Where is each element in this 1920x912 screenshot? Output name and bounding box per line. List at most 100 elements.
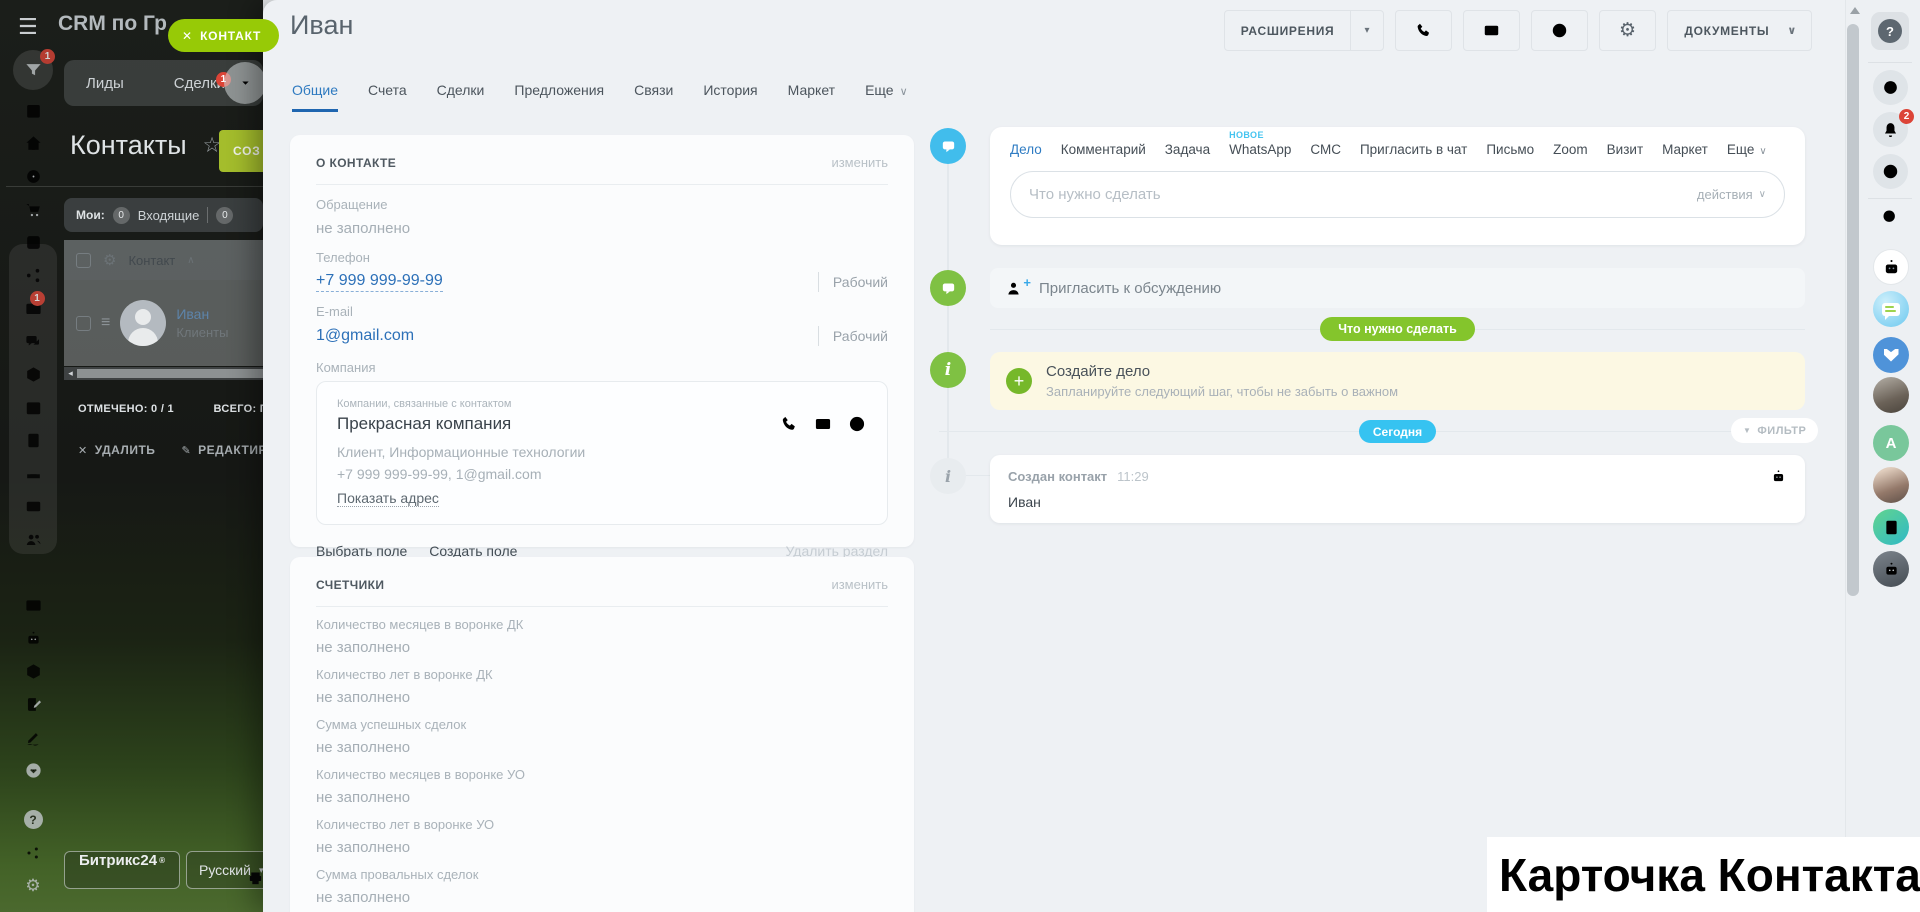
tl-tab-activity[interactable]: Дело	[1010, 142, 1042, 157]
language-selector-button[interactable]: Русский▾	[186, 851, 263, 889]
email-link[interactable]: 1@gmail.com	[316, 327, 414, 345]
tab-links[interactable]: Связи	[634, 82, 673, 112]
crm-card-icon[interactable]: 1	[24, 292, 43, 325]
hexagon-icon[interactable]	[24, 358, 43, 391]
edit-selected-button[interactable]: ✎РЕДАКТИРО	[181, 443, 263, 457]
tl-tab-invite-chat[interactable]: Пригласить в чат	[1360, 142, 1467, 157]
shop-cart-icon[interactable]	[24, 193, 43, 226]
tab-quotes[interactable]: Предложения	[514, 82, 604, 112]
check-square-icon[interactable]	[24, 226, 43, 259]
vk-dog-avatar[interactable]	[1873, 337, 1909, 373]
phone-link[interactable]: +7 999 999-99-99	[316, 272, 443, 292]
mail-icon[interactable]	[24, 490, 43, 523]
robot-icon[interactable]	[24, 622, 43, 655]
tab-invoices[interactable]: Счета	[368, 82, 407, 112]
company-call-icon[interactable]	[779, 414, 799, 434]
timeline-filter-button[interactable]: ▼ ФИЛЬТР	[1731, 418, 1818, 443]
document-channel-avatar[interactable]	[1873, 509, 1909, 545]
tab-deals[interactable]: 1Сделки	[174, 75, 225, 92]
company-card[interactable]: Компании, связанные с контактом Прекрасн…	[316, 381, 888, 525]
tl-tab-zoom[interactable]: Zoom	[1553, 142, 1588, 157]
user-avatar-man[interactable]	[1873, 377, 1909, 413]
company-mail-icon[interactable]	[813, 414, 833, 434]
grid-settings-icon[interactable]: ⚙	[103, 251, 116, 269]
add-plus-icon[interactable]: +	[1006, 368, 1032, 394]
inbox-tray-icon[interactable]	[24, 457, 43, 490]
tl-tab-letter[interactable]: Письмо	[1486, 142, 1534, 157]
delete-selected-button[interactable]: ✕УДАЛИТЬ	[78, 443, 155, 457]
notifications-button[interactable]: 2	[1873, 112, 1908, 147]
doc-edit-icon[interactable]	[24, 688, 43, 721]
company-name[interactable]: Прекрасная компания	[337, 414, 511, 434]
tasks-clipboard-icon[interactable]	[24, 94, 43, 127]
share-network-icon[interactable]	[24, 259, 43, 292]
hamburger-menu-icon[interactable]: ☰	[18, 14, 38, 40]
share-small-icon[interactable]	[25, 836, 41, 869]
chat-channel-avatar[interactable]	[1873, 291, 1909, 327]
history-button[interactable]	[1873, 70, 1908, 105]
page-scrollbar[interactable]	[1847, 24, 1859, 596]
scroll-up-arrow-icon[interactable]	[1850, 7, 1860, 14]
drag-handle-icon[interactable]: ≡	[101, 314, 110, 332]
edit-section-link[interactable]: изменить	[831, 577, 888, 592]
horizontal-scrollbar[interactable]: ◂	[64, 367, 263, 380]
documents-button[interactable]: ДОКУМЕНТЫ ∨	[1667, 10, 1812, 51]
messenger-rail-button[interactable]	[1873, 154, 1908, 189]
bot-avatar[interactable]	[1873, 249, 1909, 285]
id-card-icon[interactable]	[24, 589, 43, 622]
tab-more[interactable]: Еще∨	[865, 82, 908, 112]
bitrix24-brand-button[interactable]: Битрикс24®	[64, 851, 180, 889]
select-all-checkbox[interactable]	[76, 253, 91, 268]
marketing-target-icon[interactable]	[24, 160, 43, 193]
contact-name-link[interactable]: Иван	[176, 306, 228, 322]
company-home-icon[interactable]	[24, 127, 43, 160]
actions-dropdown[interactable]: действия∨	[1697, 187, 1766, 202]
email-button[interactable]	[1463, 10, 1520, 51]
gear-icon[interactable]: ⚙	[25, 869, 40, 902]
slider-close-button[interactable]: ✕ КОНТАКТ	[168, 19, 279, 52]
create-activity-hint-card[interactable]: + Создайте дело Запланируйте следующий ш…	[990, 352, 1805, 410]
caret-down-icon[interactable]: ▾	[1351, 25, 1383, 36]
chevron-down-circle-icon[interactable]	[24, 754, 43, 787]
tab-leads[interactable]: Лиды	[86, 75, 124, 92]
tl-tab-whatsapp[interactable]: НОВОЕWhatsApp	[1229, 142, 1291, 157]
extensions-button[interactable]: РАСШИРЕНИЯ ▾	[1224, 10, 1385, 51]
bot-avatar-dark[interactable]	[1873, 551, 1909, 587]
contacts-filter-bar[interactable]: Мои: 0 Входящие 0	[64, 198, 263, 232]
filter-preset-incoming[interactable]: Входящие	[138, 208, 200, 223]
todo-input[interactable]	[1029, 186, 1697, 203]
invite-to-discussion-row[interactable]: + Пригласить к обсуждению	[990, 268, 1805, 308]
tab-deals[interactable]: Сделки	[437, 82, 485, 112]
show-address-link[interactable]: Показать адрес	[337, 490, 439, 507]
tl-tab-more[interactable]: Еще∨	[1727, 142, 1767, 157]
tl-tab-task[interactable]: Задача	[1165, 142, 1210, 157]
company-chat-icon[interactable]	[847, 414, 867, 434]
settings-button[interactable]: ⚙	[1599, 10, 1656, 51]
scrollbar-thumb[interactable]	[77, 369, 263, 378]
calendar-icon[interactable]	[24, 391, 43, 424]
column-contact[interactable]: Контакт	[128, 253, 175, 268]
chat-bubbles-icon[interactable]	[24, 325, 43, 358]
bar-chart-icon[interactable]	[24, 556, 43, 589]
feed-funnel-icon[interactable]: 1	[13, 50, 53, 90]
user-avatar-letter[interactable]: A	[1873, 425, 1909, 461]
create-contact-button[interactable]: СОЗ	[219, 130, 263, 172]
todo-pill[interactable]: Что нужно сделать	[1320, 317, 1475, 341]
tab-general[interactable]: Общие	[292, 82, 338, 112]
tl-tab-visit[interactable]: Визит	[1607, 142, 1643, 157]
scroll-left-icon[interactable]: ◂	[64, 368, 77, 379]
row-checkbox[interactable]	[76, 316, 91, 331]
timeline-log-entry[interactable]: Создан контакт 11:29 Иван	[990, 455, 1805, 523]
search-button[interactable]	[1880, 207, 1901, 228]
user-avatar-woman[interactable]	[1873, 467, 1909, 503]
tab-market[interactable]: Маркет	[788, 82, 835, 112]
export-download-button[interactable]	[224, 62, 263, 104]
call-button[interactable]	[1395, 10, 1452, 51]
help-button[interactable]: ?	[1871, 12, 1909, 50]
tl-tab-sms[interactable]: СМС	[1310, 142, 1341, 157]
tl-tab-comment[interactable]: Комментарий	[1061, 142, 1146, 157]
cube-icon[interactable]	[24, 655, 43, 688]
messenger-button[interactable]	[1531, 10, 1588, 51]
edit-section-link[interactable]: изменить	[831, 155, 888, 170]
question-circle-icon[interactable]: ?	[24, 803, 43, 836]
